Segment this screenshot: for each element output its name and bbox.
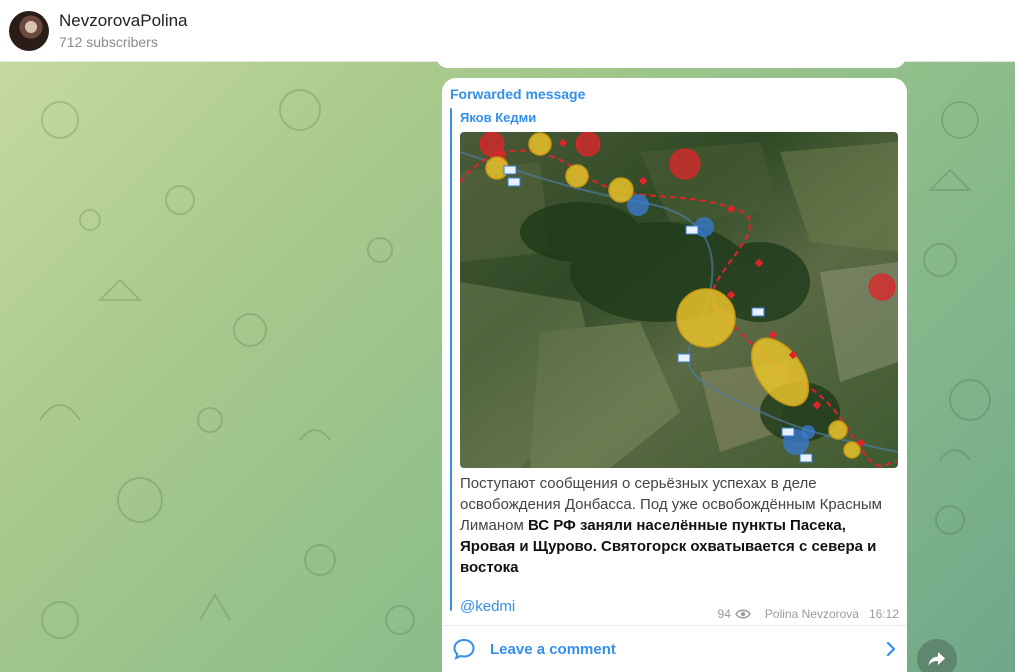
share-arrow-icon — [928, 652, 945, 666]
leave-comment-button[interactable]: Leave a comment — [442, 626, 907, 672]
share-button[interactable] — [917, 639, 957, 672]
leave-comment-label: Leave a comment — [490, 640, 616, 658]
forwarded-author[interactable]: Яков Кедми — [460, 110, 536, 125]
channel-name[interactable]: NevzorovaPolina — [59, 11, 188, 31]
chevron-right-icon — [886, 641, 896, 657]
previous-message-bubble — [436, 56, 906, 68]
forwarded-label: Forwarded message — [450, 86, 586, 102]
comment-bubble-icon — [453, 638, 475, 660]
eye-icon — [735, 609, 751, 619]
message-bubble: Forwarded message Яков Кедми Поступают с… — [442, 78, 907, 672]
message-time: 16:12 — [868, 607, 899, 621]
message-text: Поступают сообщения о серьёзных успехах … — [460, 473, 890, 578]
map-image[interactable] — [460, 132, 898, 468]
post-author: Polina Nevzorova — [764, 607, 859, 621]
message-meta: 94 Polina Nevzorova 16:12 — [718, 607, 899, 621]
mention-link[interactable]: @kedmi — [460, 598, 515, 615]
channel-avatar[interactable] — [9, 10, 49, 51]
subscriber-count: 712 subscribers — [59, 33, 158, 50]
view-count: 94 — [717, 607, 731, 621]
channel-header[interactable]: NevzorovaPolina 712 subscribers — [0, 0, 1015, 62]
forward-quote-bar — [450, 108, 452, 611]
